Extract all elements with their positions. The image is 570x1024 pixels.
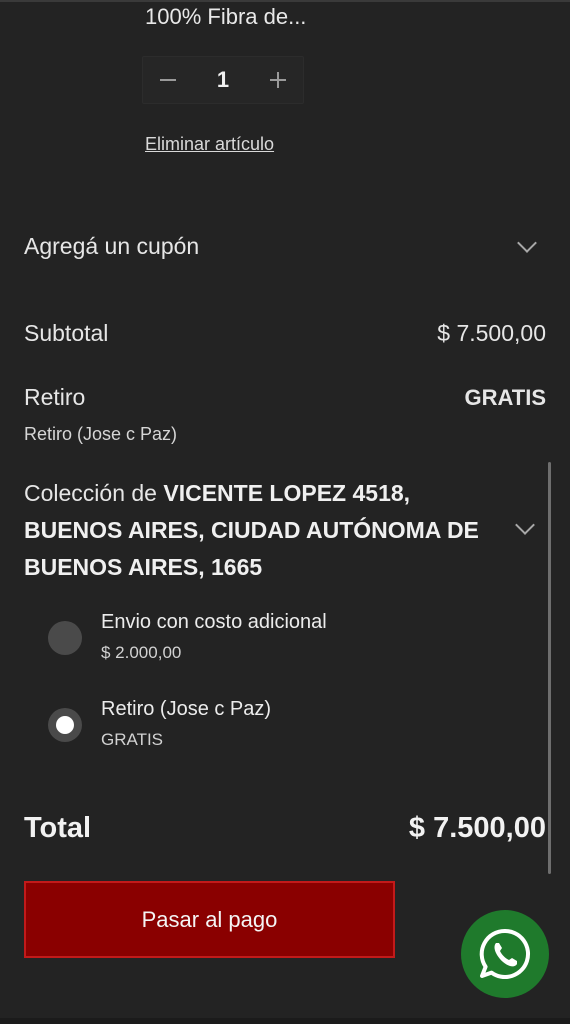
product-name: 100% Fibra de... xyxy=(145,4,307,29)
shipping-option-price: $ 2.000,00 xyxy=(101,643,182,662)
total-value: $ 7.500,00 xyxy=(408,812,546,844)
coupon-label: Agregá un cupón xyxy=(24,232,200,259)
coupon-accordion[interactable]: Agregá un cupón xyxy=(24,226,546,266)
plus-icon xyxy=(270,72,286,88)
remove-item-link[interactable]: Eliminar artículo xyxy=(145,134,274,155)
shipping-option-title: Envio con costo adicional xyxy=(101,611,327,633)
quantity-value[interactable]: 1 xyxy=(193,67,253,93)
collection-prefix: Colección de xyxy=(24,480,164,506)
pickup-row: Retiro GRATIS xyxy=(24,384,546,411)
decrease-quantity-button[interactable] xyxy=(143,57,193,103)
bottom-divider xyxy=(0,1018,570,1024)
radio-button[interactable] xyxy=(48,621,82,655)
quantity-stepper: 1 xyxy=(142,56,304,104)
shipping-option-price: GRATIS xyxy=(101,730,164,749)
chevron-down-icon xyxy=(517,233,537,253)
shipping-option-title: Retiro (Jose c Paz) xyxy=(101,698,272,720)
whatsapp-button[interactable] xyxy=(461,910,549,998)
top-divider xyxy=(0,0,570,2)
shipping-option[interactable]: Retiro (Jose c Paz) GRATIS xyxy=(48,696,518,750)
increase-quantity-button[interactable] xyxy=(253,57,303,103)
scrollbar[interactable] xyxy=(548,462,551,874)
collection-address[interactable]: Colección de VICENTE LOPEZ 4518, BUENOS … xyxy=(24,475,494,586)
subtotal-value: $ 7.500,00 xyxy=(437,320,546,346)
minus-icon xyxy=(160,79,176,81)
checkout-button[interactable]: Pasar al pago xyxy=(24,881,395,958)
radio-button-selected[interactable] xyxy=(48,708,82,742)
shipping-option[interactable]: Envio con costo adicional $ 2.000,00 xyxy=(48,609,518,663)
chevron-down-icon[interactable] xyxy=(515,515,535,535)
pickup-detail: Retiro (Jose c Paz) xyxy=(24,424,178,444)
pickup-value: GRATIS xyxy=(464,385,546,410)
subtotal-label: Subtotal xyxy=(24,320,109,346)
total-label: Total xyxy=(24,812,92,844)
total-row: Total $ 7.500,00 xyxy=(24,812,546,845)
pickup-label: Retiro xyxy=(24,384,86,410)
whatsapp-icon xyxy=(479,928,531,979)
subtotal-row: Subtotal $ 7.500,00 xyxy=(24,320,546,347)
